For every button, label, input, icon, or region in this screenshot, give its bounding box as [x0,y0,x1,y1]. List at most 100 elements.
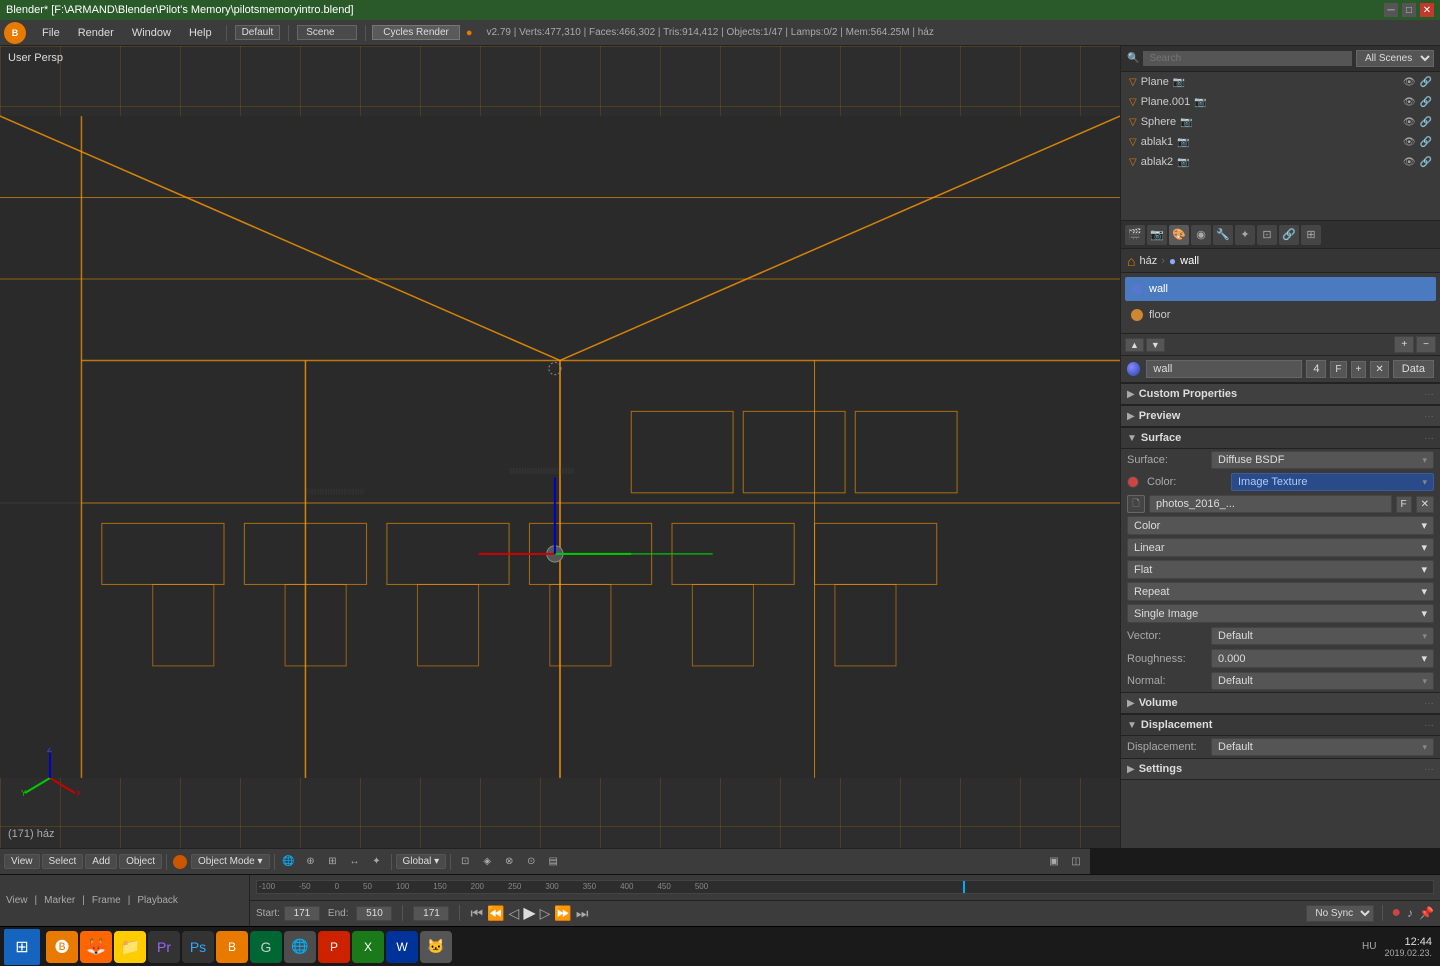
color-sub3-dropdown[interactable]: Flat ▾ [1127,560,1434,579]
material-props-icon[interactable]: 🎨 [1169,225,1189,245]
render-props-icon[interactable]: 📷 [1147,225,1167,245]
gimp-icon[interactable]: G [250,931,282,963]
outliner-item-sphere[interactable]: ▽ Sphere 📷 👁 🔗 [1121,112,1440,132]
settings-header[interactable]: ▶ Settings ··· [1121,758,1440,780]
audio-btn[interactable]: ♪ [1407,906,1413,920]
color-sub2-dropdown[interactable]: Linear ▾ [1127,538,1434,557]
preview-header[interactable]: ▶ Preview ··· [1121,405,1440,427]
camera-visibility-sphere[interactable]: 📷 [1180,117,1192,128]
custom-properties-header[interactable]: ▶ Custom Properties ··· [1121,383,1440,405]
plus-user-button[interactable]: + [1351,361,1367,378]
remove-material-button[interactable]: − [1416,336,1436,353]
scene-props-icon[interactable]: 🎬 [1125,225,1145,245]
current-frame-input[interactable] [413,906,449,921]
eye-visibility-sphere[interactable]: 👁 [1403,117,1416,128]
photoshop-icon[interactable]: Ps [182,931,214,963]
layout-button[interactable]: Default [235,25,281,40]
blender-taskbar-icon[interactable]: 🅑 [46,931,78,963]
prev-keyframe-btn[interactable]: ◁ [509,905,520,922]
chain-plane[interactable]: 🔗 [1420,77,1432,88]
add-menu-btn[interactable]: Add [85,854,117,869]
powerpoint-icon[interactable]: P [318,931,350,963]
chain-ablak1[interactable]: 🔗 [1420,137,1432,148]
timeline-ruler[interactable]: -100 -50 0 50 100 150 200 250 300 350 40… [256,880,1434,894]
window-menu[interactable]: Window [124,25,179,41]
color-sub5-dropdown[interactable]: Single Image ▾ [1127,604,1434,623]
chain-sphere[interactable]: 🔗 [1420,117,1432,128]
vt-icon-grid[interactable]: ⊞ [323,852,343,872]
word-icon[interactable]: W [386,931,418,963]
next-frame-btn[interactable]: ⏩ [554,905,571,922]
scene-filter-dropdown[interactable]: All Scenes [1356,50,1434,67]
data-icon[interactable]: ⊞ [1301,225,1321,245]
material-name-input[interactable] [1146,360,1302,378]
surface-header[interactable]: ▼ Surface ··· [1121,427,1440,449]
add-material-button[interactable]: + [1394,336,1414,353]
eye-visibility-ablak1[interactable]: 👁 [1403,137,1416,148]
surface-dropdown[interactable]: Diffuse BSDF ▾ [1211,451,1434,469]
camera-visibility-ablak2[interactable]: 📷 [1177,157,1189,168]
material-item-wall[interactable]: wall [1125,277,1436,301]
color-sub4-dropdown[interactable]: Repeat ▾ [1127,582,1434,601]
vt-icon-plus[interactable]: ⊕ [301,852,321,872]
particles-icon[interactable]: ✦ [1235,225,1255,245]
vt-icon-manip[interactable]: ⊗ [499,852,519,872]
color-sub1-dropdown[interactable]: Color ▾ [1127,516,1434,535]
mat-scroll-up[interactable]: ▲ [1125,338,1144,352]
vt-icon-move[interactable]: ✦ [367,852,387,872]
folder-icon[interactable]: 📁 [114,931,146,963]
outliner-item-plane001[interactable]: ▽ Plane.001 📷 👁 🔗 [1121,92,1440,112]
prev-frame-btn[interactable]: ⏪ [487,905,504,922]
next-keyframe-btn[interactable]: ▷ [540,905,551,922]
unlink-material-button[interactable]: ✕ [1370,361,1388,378]
displacement-dropdown[interactable]: Default ▾ [1211,738,1434,756]
eye-visibility-ablak2[interactable]: 👁 [1403,157,1416,168]
chrome-icon[interactable]: 🌐 [284,931,316,963]
chain-ablak2[interactable]: 🔗 [1420,157,1432,168]
texture-file-icon[interactable]: 🗋 [1127,495,1145,513]
breadcrumb-wall[interactable]: wall [1180,255,1199,267]
vt-icon-snap[interactable]: ⊡ [455,852,475,872]
jump-end-btn[interactable]: ⏭ [576,905,589,922]
scene-field[interactable]: Scene [297,25,357,40]
modifiers-icon[interactable]: 🔧 [1213,225,1233,245]
firefox-icon[interactable]: 🦊 [80,931,112,963]
render-engine-dropdown[interactable]: Cycles Render [372,25,460,40]
minimize-button[interactable]: ─ [1384,3,1398,17]
file-menu[interactable]: File [34,25,68,41]
end-frame-input[interactable] [356,906,392,921]
start-frame-input[interactable] [284,906,320,921]
eye-visibility-plane001[interactable]: 👁 [1403,97,1416,108]
texture-unlink-btn[interactable]: ✕ [1416,496,1434,513]
blender2-icon[interactable]: B [216,931,248,963]
maximize-button[interactable]: □ [1402,3,1416,17]
viewport-3d[interactable]: User Persp [0,46,1120,848]
camera-visibility-plane[interactable]: 📷 [1173,77,1185,88]
camera-visibility-ablak1[interactable]: 📷 [1177,137,1189,148]
vt-icon-display[interactable]: ▣ [1044,852,1064,872]
data-type-dropdown[interactable]: Data [1393,360,1434,378]
material-item-floor[interactable]: floor [1125,303,1436,327]
physics-icon[interactable]: ⊡ [1257,225,1277,245]
roughness-input[interactable]: 0.000 ▾ [1211,649,1434,668]
global-dropdown[interactable]: Global ▾ [396,854,447,869]
volume-header[interactable]: ▶ Volume ··· [1121,692,1440,714]
displacement-header[interactable]: ▼ Displacement ··· [1121,714,1440,736]
help-menu[interactable]: Help [181,25,220,41]
vt-icon-arrows[interactable]: ↔ [345,852,365,872]
sync-dropdown[interactable]: No Sync [1306,905,1374,922]
outliner-item-ablak1[interactable]: ▽ ablak1 📷 👁 🔗 [1121,132,1440,152]
other-app-icon[interactable]: 🐱 [420,931,452,963]
breadcrumb-ház[interactable]: ház [1139,255,1157,267]
record-btn[interactable]: ● [1391,904,1401,922]
windows-start-button[interactable]: ⊞ [4,929,40,965]
texture-name-field[interactable]: photos_2016_... [1149,495,1392,513]
play-btn[interactable]: ▶ [523,903,535,923]
object-props-icon[interactable]: ◉ [1191,225,1211,245]
eye-visibility-plane[interactable]: 👁 [1403,77,1416,88]
pin-btn[interactable]: 📌 [1419,906,1434,920]
search-input[interactable] [1143,51,1352,66]
chain-plane001[interactable]: 🔗 [1420,97,1432,108]
constraints-icon[interactable]: 🔗 [1279,225,1299,245]
outliner-item-ablak2[interactable]: ▽ ablak2 📷 👁 🔗 [1121,152,1440,172]
